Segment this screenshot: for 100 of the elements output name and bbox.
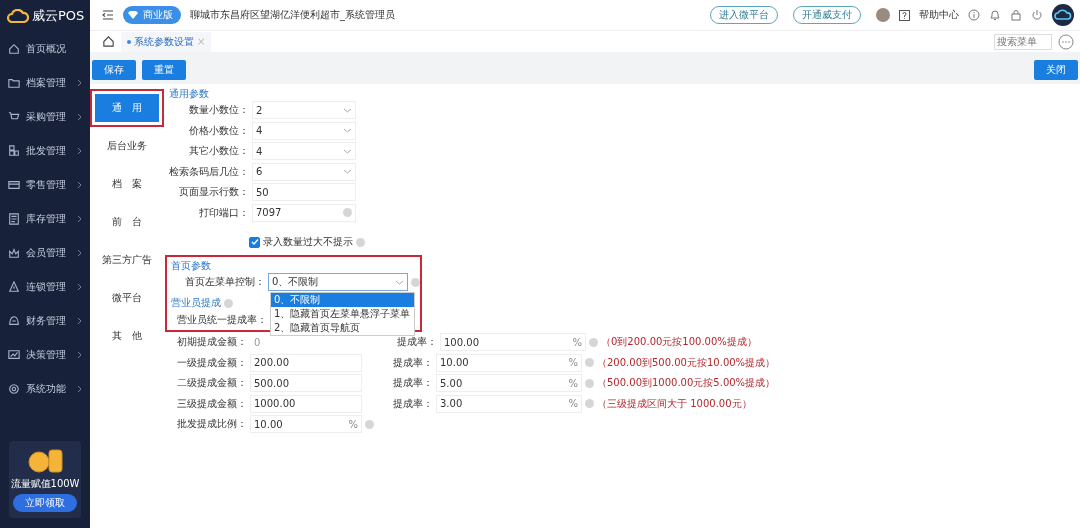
chevron-right-icon — [77, 113, 82, 121]
chevron-right-icon — [77, 79, 82, 87]
input-field[interactable]: 1000.00 — [250, 394, 362, 413]
chevron-right-icon — [77, 351, 82, 359]
field-value: 0 — [253, 336, 262, 348]
coin-stack-icon — [25, 446, 65, 474]
help-center-link[interactable]: 帮助中心 — [919, 8, 959, 22]
menu-item-icon — [8, 179, 20, 191]
dropdown-option[interactable]: 1、隐藏首页左菜单悬浮子菜单 — [271, 307, 414, 321]
dropdown-option[interactable]: 0、不限制 — [271, 293, 414, 307]
lock-icon[interactable] — [1010, 9, 1022, 21]
section-title: 首页参数 — [171, 259, 212, 272]
field-label: 数量小数位： — [188, 103, 249, 118]
select-field[interactable]: 6 — [252, 162, 356, 181]
section-title: 营业员提成 — [171, 296, 221, 310]
collapse-menu-icon[interactable] — [102, 10, 114, 20]
menu-item-icon — [8, 281, 20, 293]
more-icon[interactable] — [1058, 33, 1074, 50]
promo-text: 流量赋值100W — [10, 477, 80, 491]
input-field[interactable]: 5.00 % — [436, 374, 582, 393]
menu-item-icon — [8, 77, 20, 89]
input-field[interactable]: 500.00 — [250, 374, 362, 393]
select-field[interactable]: 0、不限制 — [267, 273, 408, 292]
chevron-right-icon — [77, 385, 82, 393]
header-link-button[interactable]: 开通威支付 — [793, 6, 861, 24]
field-label: 批发提成比例： — [176, 417, 247, 432]
chevron-right-icon — [77, 249, 82, 257]
menu-item-icon — [8, 43, 20, 55]
sidebar-item[interactable]: 采购管理 — [0, 100, 90, 134]
chevron-down-icon — [395, 279, 404, 285]
field-label: 打印端口： — [198, 205, 249, 220]
sidebar-item[interactable]: 财务管理 — [0, 304, 90, 338]
bell-icon[interactable] — [989, 9, 1001, 21]
select-field[interactable]: 4 — [252, 142, 356, 161]
select-field[interactable]: 2 — [252, 101, 356, 120]
sidebar-item[interactable]: 档案管理 — [0, 66, 90, 100]
menu-item-icon — [8, 247, 20, 259]
toolbar-button[interactable]: 保存 — [92, 60, 136, 80]
help-icon[interactable] — [899, 9, 910, 21]
sidebar-item[interactable]: 会员管理 — [0, 236, 90, 270]
commission-note: （200.00到500.00元按10.00%提成） — [597, 355, 776, 370]
chevron-right-icon — [77, 181, 82, 189]
info-icon[interactable] — [968, 9, 980, 21]
input-field[interactable]: 10.00 % — [250, 415, 362, 434]
field-label: 提成率： — [392, 376, 433, 391]
sidebar-item[interactable]: 批发管理 — [0, 134, 90, 168]
input-field[interactable]: 100.00 % — [440, 333, 586, 352]
menu-item-icon — [8, 213, 20, 225]
field-label: 二级提成金额： — [176, 376, 247, 391]
field-label: 一级提成金额： — [176, 355, 247, 370]
input-field[interactable]: 7097 — [252, 203, 356, 222]
brand-name: 威云POS — [32, 7, 85, 25]
field-label: 营业员统一提成率： — [176, 312, 267, 327]
input-field[interactable]: 50 — [252, 183, 356, 202]
field-label: 页面显示行数： — [178, 185, 249, 200]
chevron-right-icon — [77, 215, 82, 223]
dropdown-option[interactable]: 2、隐藏首页导航页 — [271, 321, 414, 335]
category-tab[interactable]: 通 用 — [95, 94, 159, 122]
sidebar-item[interactable]: 决策管理 — [0, 338, 90, 372]
cloud-logo-icon — [7, 9, 29, 23]
section-title: 通用参数 — [169, 87, 210, 100]
sidebar-item[interactable]: 首页概况 — [0, 32, 90, 66]
chevron-down-icon — [343, 128, 352, 134]
select-field[interactable]: 4 — [252, 121, 356, 140]
sidebar-item[interactable]: 系统功能 — [0, 372, 90, 406]
menu-item-icon — [8, 383, 20, 395]
field-label: 提成率： — [392, 396, 433, 411]
field-label: 初期提成金额： — [176, 335, 247, 350]
sidebar-item[interactable]: 连锁管理 — [0, 270, 90, 304]
toolbar-button[interactable]: 重置 — [142, 60, 186, 80]
claim-button[interactable]: 立即领取 — [13, 494, 77, 512]
commission-note: （500.00到1000.00元按5.00%提成） — [597, 376, 776, 391]
chevron-down-icon — [343, 148, 352, 154]
chevron-right-icon — [77, 147, 82, 155]
sidebar-item[interactable]: 库存管理 — [0, 202, 90, 236]
input-field[interactable]: 10.00 % — [436, 353, 582, 372]
field-label: 首页左菜单控制： — [183, 275, 265, 290]
input-field[interactable]: 3.00 % — [436, 394, 582, 413]
commission-note: （三级提成区间大于 1000.00元） — [597, 396, 752, 411]
input-field[interactable]: 200.00 — [250, 353, 362, 372]
diamond-icon — [127, 10, 139, 20]
checkbox[interactable] — [249, 236, 260, 248]
page-tab[interactable]: 系统参数设置 × — [121, 31, 212, 52]
field-label: 其它小数位： — [188, 144, 249, 159]
chevron-right-icon — [77, 283, 82, 291]
field-label: 价格小数位： — [188, 123, 249, 138]
header-link-button[interactable]: 进入微平台 — [710, 6, 778, 24]
menu-item-icon — [8, 349, 20, 361]
chevron-down-icon — [343, 107, 352, 113]
sidebar-item[interactable]: 零售管理 — [0, 168, 90, 202]
app-logo-icon[interactable] — [1052, 4, 1074, 26]
field-label: 提成率： — [392, 355, 433, 370]
field-label: 提成率： — [396, 335, 437, 350]
power-icon[interactable] — [1031, 9, 1043, 21]
close-button[interactable]: 关闭 — [1034, 60, 1078, 80]
chevron-right-icon — [77, 317, 82, 325]
user-avatar[interactable] — [876, 8, 890, 22]
menu-search-field[interactable]: 搜索菜单 — [994, 33, 1052, 50]
field-label: 检索条码后几位： — [169, 164, 249, 179]
home-icon[interactable] — [102, 35, 115, 48]
